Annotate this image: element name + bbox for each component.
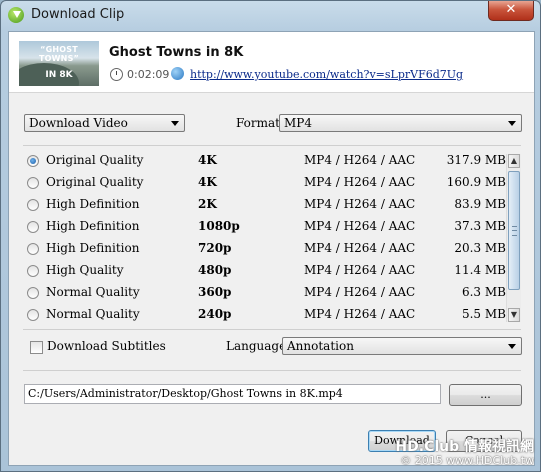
format-select[interactable]: MP4 xyxy=(279,114,522,132)
quality-format: MP4 / H264 / AAC xyxy=(304,307,416,321)
quality-resolution: 4K xyxy=(198,175,217,189)
close-button[interactable]: ✕ xyxy=(488,1,534,21)
app-download-icon xyxy=(8,7,24,23)
quality-size: 37.3 MB xyxy=(454,219,506,233)
quality-resolution: 480p xyxy=(198,263,232,277)
quality-option-row[interactable]: Original Quality 4K MP4 / H264 / AAC 160.9 … xyxy=(23,172,511,194)
thumbnail-title-line1: “GHOST TOWNS” xyxy=(39,45,79,63)
quality-size: 11.4 MB xyxy=(454,263,506,277)
thumbnail-title-line2: IN 8K xyxy=(45,70,73,80)
clip-info-header: “GHOST TOWNS” IN 8K Ghost Towns in 8K 0:… xyxy=(9,32,534,93)
quality-resolution: 240p xyxy=(198,307,232,321)
quality-radio[interactable] xyxy=(27,177,39,189)
quality-radio[interactable] xyxy=(27,199,39,211)
quality-radio[interactable] xyxy=(27,243,39,255)
quality-format: MP4 / H264 / AAC xyxy=(304,197,416,211)
divider xyxy=(23,329,521,330)
download-clip-window: Download Clip ✕ “GHOST TOWNS” IN 8K Ghos… xyxy=(0,0,541,472)
quality-list-scrollbar[interactable]: ▲ ▼ xyxy=(506,154,521,322)
quality-radio[interactable] xyxy=(27,155,39,167)
quality-format: MP4 / H264 / AAC xyxy=(304,219,416,233)
quality-option-row[interactable]: High Definition 2K MP4 / H264 / AAC 83.9 MB xyxy=(23,194,511,216)
quality-format: MP4 / H264 / AAC xyxy=(304,241,416,255)
quality-resolution: 1080p xyxy=(198,219,240,233)
watermark-line2: © 2015 www.HDClub.tw xyxy=(400,454,534,467)
save-path-input[interactable]: C:/Users/Administrator/Desktop/Ghost Tow… xyxy=(24,384,441,404)
download-subtitles-checkbox[interactable] xyxy=(30,341,43,354)
quality-size: 160.9 MB xyxy=(446,175,506,189)
quality-option-row[interactable]: Original Quality 4K MP4 / H264 / AAC 317.9 … xyxy=(23,150,511,172)
quality-name: Original Quality xyxy=(46,175,144,189)
clock-icon xyxy=(110,68,123,81)
quality-size: 6.3 MB xyxy=(461,285,506,299)
quality-option-row[interactable]: Normal Quality 360p MP4 / H264 / AAC 6.3 MB xyxy=(23,282,511,304)
quality-option-row[interactable]: High Quality 480p MP4 / H264 / AAC 11.4 MB xyxy=(23,260,511,282)
quality-size: 5.5 MB xyxy=(461,307,506,321)
chevron-down-icon xyxy=(171,121,179,126)
quality-resolution: 2K xyxy=(198,197,217,211)
quality-size: 317.9 MB xyxy=(446,153,506,167)
clip-duration: 0:02:09 xyxy=(127,68,170,81)
quality-resolution: 360p xyxy=(198,285,232,299)
quality-name: High Definition xyxy=(46,197,140,211)
quality-name: High Definition xyxy=(46,241,140,255)
quality-name: Original Quality xyxy=(46,153,144,167)
quality-name: High Definition xyxy=(46,219,140,233)
quality-option-row[interactable]: Normal Quality 240p MP4 / H264 / AAC 5.5 MB xyxy=(23,304,511,326)
clip-thumbnail: “GHOST TOWNS” IN 8K xyxy=(19,41,99,86)
scroll-up-icon[interactable]: ▲ xyxy=(508,154,520,168)
quality-format: MP4 / H264 / AAC xyxy=(304,153,416,167)
quality-radio[interactable] xyxy=(27,221,39,233)
quality-resolution: 4K xyxy=(198,153,217,167)
scrollbar-thumb[interactable] xyxy=(508,171,520,290)
download-subtitles-label: Download Subtitles xyxy=(47,339,166,353)
quality-radio[interactable] xyxy=(27,309,39,321)
quality-format: MP4 / H264 / AAC xyxy=(304,285,416,299)
quality-size: 20.3 MB xyxy=(454,241,506,255)
quality-size: 83.9 MB xyxy=(454,197,506,211)
title-bar[interactable]: Download Clip ✕ xyxy=(1,1,540,31)
chevron-down-icon xyxy=(508,121,516,126)
divider xyxy=(23,370,521,371)
watermark-line1: HD.Club 情報視訊網 xyxy=(395,439,534,455)
action-select[interactable]: Download Video xyxy=(24,114,185,132)
language-select[interactable]: Annotation xyxy=(282,337,522,355)
quality-list: Original Quality 4K MP4 / H264 / AAC 317.9 … xyxy=(23,150,521,328)
window-title: Download Clip xyxy=(31,7,125,22)
format-label: Format: xyxy=(236,116,285,130)
quality-name: Normal Quality xyxy=(46,285,140,299)
quality-option-row[interactable]: High Definition 1080p MP4 / H264 / AAC 37.3… xyxy=(23,216,511,238)
quality-name: Normal Quality xyxy=(46,307,140,321)
quality-radio[interactable] xyxy=(27,287,39,299)
scroll-down-icon[interactable]: ▼ xyxy=(508,308,520,322)
language-label: Language: xyxy=(226,339,291,353)
quality-option-row[interactable]: High Definition 720p MP4 / H264 / AAC 20.3 … xyxy=(23,238,511,260)
clip-url-link[interactable]: http://www.youtube.com/watch?v=sLprVF6d7… xyxy=(190,68,463,81)
quality-format: MP4 / H264 / AAC xyxy=(304,175,416,189)
quality-format: MP4 / H264 / AAC xyxy=(304,263,416,277)
quality-radio[interactable] xyxy=(27,265,39,277)
divider xyxy=(23,145,521,146)
chevron-down-icon xyxy=(508,344,516,349)
watermark: HD.Club 情報視訊網 © 2015 www.HDClub.tw xyxy=(395,439,534,467)
quality-resolution: 720p xyxy=(198,241,232,255)
quality-name: High Quality xyxy=(46,263,124,277)
browse-button[interactable]: ... xyxy=(449,384,522,406)
dialog-body: “GHOST TOWNS” IN 8K Ghost Towns in 8K 0:… xyxy=(8,31,535,466)
globe-icon xyxy=(171,67,184,80)
clip-title: Ghost Towns in 8K xyxy=(109,45,244,60)
